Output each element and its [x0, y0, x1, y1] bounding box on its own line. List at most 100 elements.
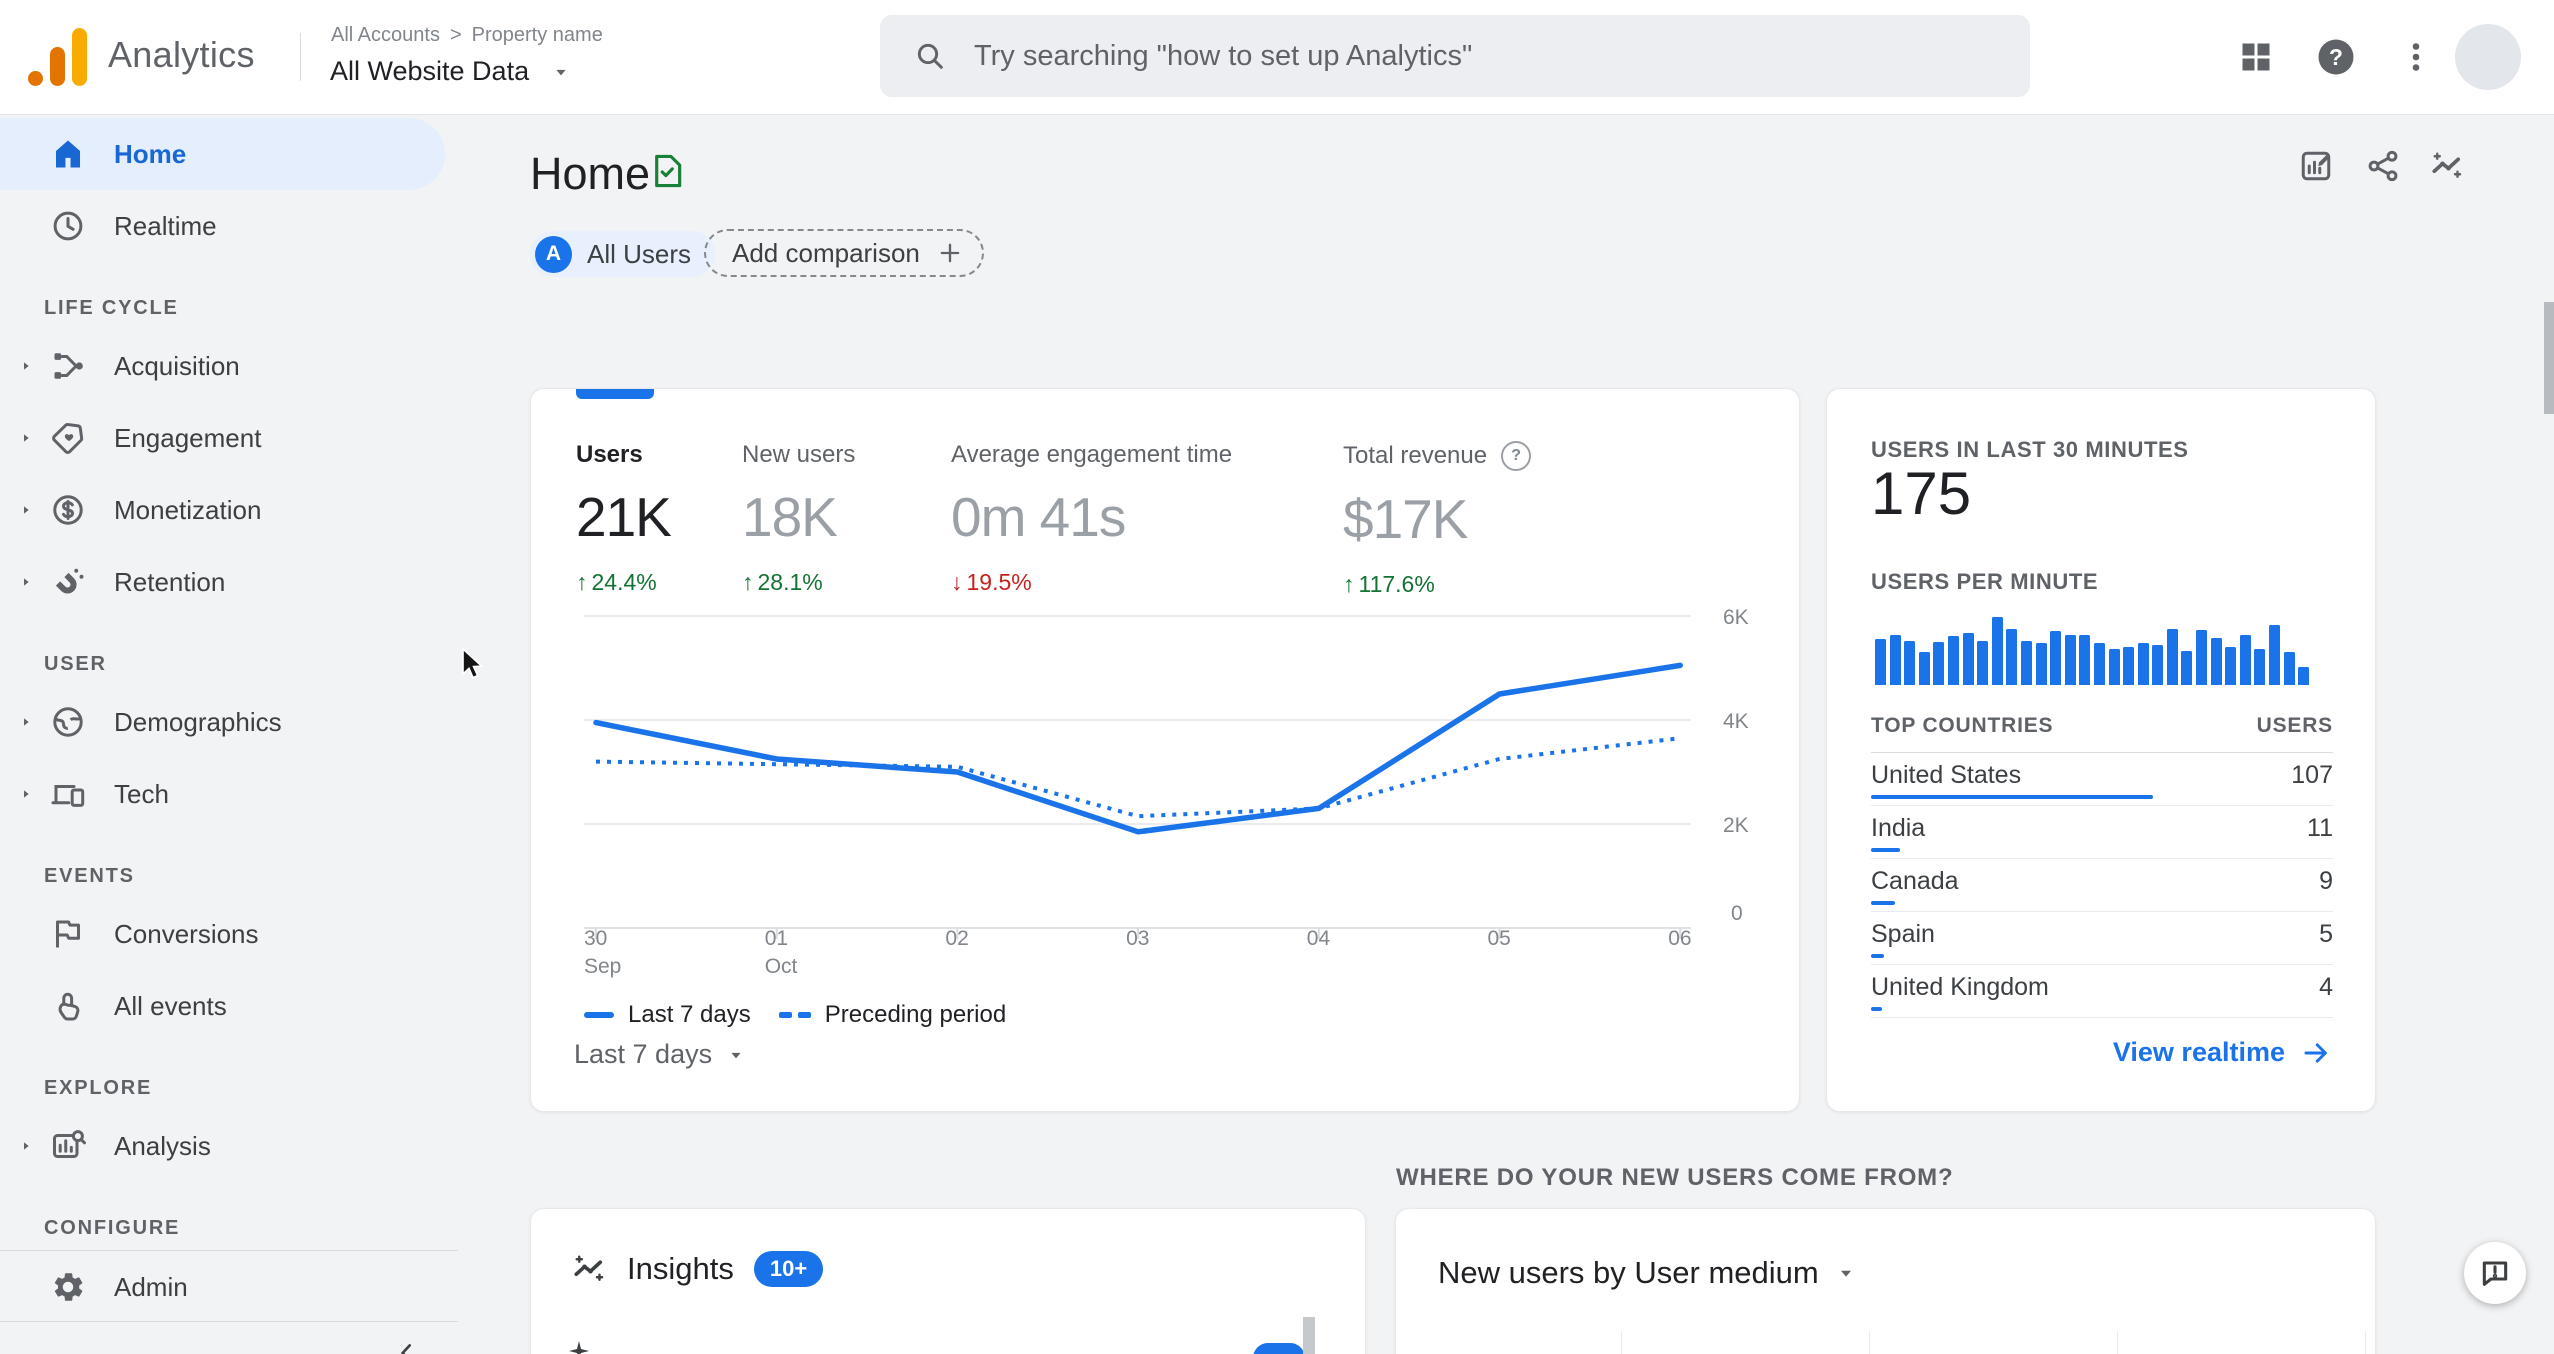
avatar[interactable]: [2455, 24, 2521, 90]
country-name: United Kingdom: [1871, 972, 2049, 1001]
sidebar-item-label: Admin: [114, 1271, 188, 1302]
page-scrollbar-thumb[interactable]: [2544, 302, 2554, 414]
country-row: Spain 5: [1871, 912, 2333, 965]
sidebar-nav: Home Realtime LIFE CYCLE Acquisition Engagem…: [0, 114, 460, 1323]
metric-value: 18K: [742, 486, 838, 548]
breadcrumb-property[interactable]: Property name: [472, 24, 603, 47]
breadcrumb-all-accounts[interactable]: All Accounts: [331, 24, 440, 47]
country-users: 5: [2319, 919, 2333, 948]
sidebar-item-monetization[interactable]: Monetization: [0, 474, 445, 546]
add-comparison-button[interactable]: Add comparison: [704, 229, 984, 277]
view-realtime-link[interactable]: View realtime: [2113, 1037, 2331, 1068]
minute-bar: [2123, 647, 2135, 685]
legend-last-7-days: Last 7 days: [584, 1001, 751, 1029]
sidebar-item-realtime[interactable]: Realtime: [0, 190, 445, 262]
top-countries-rows: United States 107 India 11 Canada 9 Spain 5 Unit…: [1871, 753, 2333, 1018]
svg-text:03: 03: [1126, 927, 1149, 950]
country-bar: [1871, 1007, 1882, 1011]
metric-users[interactable]: Users 21K ↑ 24.4%: [576, 441, 672, 596]
sidebar-section-explore: EXPLORE: [44, 1077, 153, 1099]
country-users: 107: [2291, 760, 2333, 789]
minute-bar: [2137, 643, 2149, 685]
expand-arrow-icon: [18, 358, 34, 374]
date-range-label: Last 7 days: [574, 1039, 713, 1069]
sidebar-item-demographics[interactable]: Demographics: [0, 686, 445, 758]
search-icon: [914, 40, 946, 72]
chart-gridline: [1869, 1331, 1870, 1354]
feedback-button[interactable]: [2464, 1242, 2526, 1304]
svg-text:0: 0: [1731, 902, 1743, 925]
mouse-cursor: [462, 648, 484, 679]
date-range-selector[interactable]: Last 7 days: [574, 1039, 746, 1070]
search-input[interactable]: [972, 38, 2030, 74]
country-row: United States 107: [1871, 753, 2333, 806]
country-name: Canada: [1871, 866, 1959, 895]
more-menu-icon[interactable]: [2398, 39, 2434, 75]
top-bar: Analytics All Accounts > Property name A…: [0, 0, 2554, 115]
sidebar-item-engagement[interactable]: Engagement: [0, 402, 445, 474]
metric-total-revenue[interactable]: Total revenue? $17K ↑ 117.6%: [1343, 441, 1532, 598]
metric-new-users[interactable]: New users 18K ↑ 28.1%: [742, 441, 855, 596]
chevron-down-icon: [1835, 1262, 1857, 1284]
users-per-minute-chart: [1875, 611, 2315, 685]
users-trend-chart: 6K 4K 2K 0 30 Sep 01 Oct 02 03 04 05 06: [561, 596, 1801, 996]
sidebar-item-analysis[interactable]: Analysis: [0, 1110, 445, 1182]
svg-text:Sep: Sep: [584, 955, 621, 978]
realtime-card: USERS IN LAST 30 MINUTES 175 USERS PER M…: [1826, 388, 2376, 1112]
metric-average-engagement-time[interactable]: Average engagement time 0m 41s ↓ 19.5%: [951, 441, 1232, 596]
legend-label: Preceding period: [824, 1001, 1007, 1028]
minute-bar: [2020, 641, 2032, 685]
breadcrumb[interactable]: All Accounts > Property name: [331, 24, 603, 47]
feedback-chat-icon: [2479, 1257, 2511, 1289]
svg-text:30: 30: [584, 927, 607, 950]
minute-bar: [2225, 647, 2237, 685]
search-bar[interactable]: [880, 15, 2030, 97]
sidebar-item-conversions[interactable]: Conversions: [0, 898, 445, 970]
clock-icon: [50, 208, 86, 244]
new-users-card-title: New users by User medium: [1438, 1255, 1819, 1290]
caret-spacer: [18, 1279, 34, 1295]
help-icon[interactable]: ?: [2315, 36, 2357, 78]
country-row: India 11: [1871, 806, 2333, 859]
sidebar-item-admin[interactable]: Admin: [0, 1251, 445, 1323]
minute-bar: [2050, 631, 2062, 685]
insights-sparkle-icon[interactable]: [2429, 148, 2465, 184]
users-30min-value: 175: [1871, 460, 1972, 527]
arrow-right-icon: [2301, 1038, 2331, 1068]
sidebar-item-retention[interactable]: Retention: [0, 546, 445, 618]
minute-bar: [2006, 629, 2018, 685]
arrow-up-icon: ↑: [1343, 571, 1355, 597]
sidebar-item-label: All events: [114, 990, 227, 1021]
chart-gridline: [1621, 1331, 1622, 1354]
expand-arrow-icon: [18, 786, 34, 802]
country-bar: [1871, 848, 1900, 852]
insights-header: Insights 10+: [571, 1251, 824, 1287]
share-icon[interactable]: [2365, 148, 2401, 184]
sidebar-item-home[interactable]: Home: [0, 118, 445, 190]
minute-bar: [2093, 643, 2105, 685]
top-countries-header: TOP COUNTRIES USERS: [1871, 714, 2333, 753]
expand-arrow-icon: [18, 502, 34, 518]
sidebar-item-all-events[interactable]: All events: [0, 970, 445, 1042]
metric-label: Average engagement time: [951, 441, 1233, 468]
sidebar-item-label: Realtime: [114, 210, 217, 241]
apps-grid-icon[interactable]: [2238, 39, 2274, 75]
svg-text:05: 05: [1488, 927, 1511, 950]
report-check-icon: [648, 150, 686, 192]
country-row: Canada 9: [1871, 859, 2333, 912]
svg-text:6K: 6K: [1723, 606, 1749, 629]
help-circle-icon[interactable]: ?: [1501, 441, 1532, 471]
sidebar-item-acquisition[interactable]: Acquisition: [0, 330, 445, 402]
property-selector[interactable]: All Website Data: [330, 56, 571, 87]
sidebar-item-label: Acquisition: [114, 350, 240, 381]
sidebar-item-tech[interactable]: Tech: [0, 758, 445, 830]
minute-bar: [1947, 636, 1959, 685]
customize-report-icon[interactable]: [2298, 148, 2334, 184]
new-users-dimension-selector[interactable]: New users by User medium: [1438, 1255, 1857, 1291]
minute-bar: [2035, 643, 2047, 685]
collapse-sidebar-icon[interactable]: [394, 1340, 420, 1354]
all-users-chip[interactable]: A All Users: [530, 231, 716, 277]
insights-scrollbar[interactable]: [1303, 1317, 1315, 1354]
svg-text:Oct: Oct: [765, 955, 798, 978]
minute-bar: [1889, 635, 1901, 685]
